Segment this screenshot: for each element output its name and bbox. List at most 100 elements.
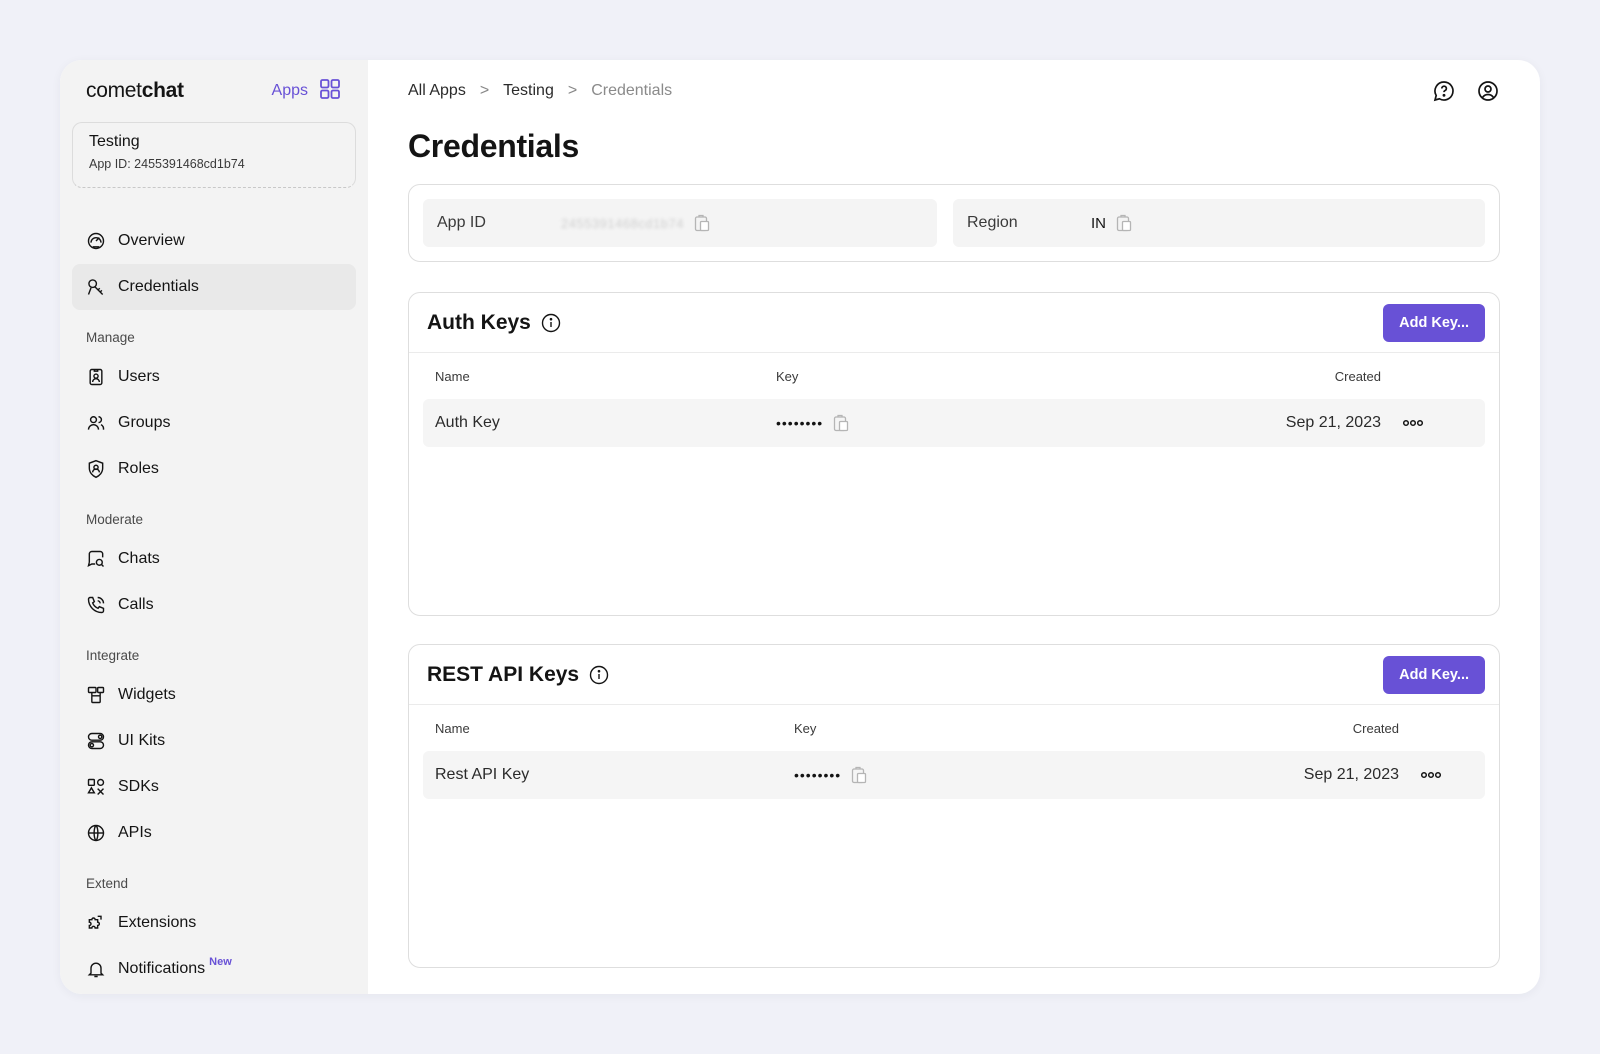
sidebar-item-label: Widgets [118,686,176,703]
sidebar-item-extensions[interactable]: Extensions [72,900,356,946]
grid-icon [318,77,342,106]
table-row: Auth Key •••••••• Sep 21, 2023 [423,399,1485,447]
help-chat-icon[interactable] [1432,79,1456,103]
widget-icon [86,685,106,705]
keys-icon [86,277,106,297]
section-label-manage: Manage [86,330,135,345]
section-label-extend: Extend [86,876,129,891]
section-label-moderate: Moderate [86,512,144,527]
breadcrumb-separator: > [567,82,578,99]
sidebar-item-widgets[interactable]: Widgets [72,672,356,718]
app-id-cell: App ID 2455391468cd1b74 [423,199,937,247]
rest-keys-table-header: Name Key Created [409,705,1499,751]
column-header-key: Key [776,368,799,384]
auth-keys-header: Auth Keys Add Key... [409,293,1499,353]
key-name: Rest API Key [435,766,530,783]
new-badge: New [209,956,232,968]
sidebar-item-chats[interactable]: Chats [72,536,356,582]
logo[interactable]: cometchat [86,79,184,103]
puzzle-icon [86,913,106,933]
sidebar-item-label: Extensions [118,914,197,931]
groups-icon [86,413,106,433]
sidebar-item-label: UI Kits [118,732,166,749]
column-header-name: Name [435,720,470,736]
app-window: cometchat Apps Testing App ID: 245539146… [60,60,1540,994]
sidebar-item-label: Groups [118,414,171,431]
sidebar-item-label: Users [118,368,160,385]
sidebar-item-groups[interactable]: Groups [72,400,356,446]
rest-api-keys-card: REST API Keys Add Key... Name Key Create… [408,644,1500,968]
sidebar-nav: Overview Credentials Manage Users Groups… [72,218,356,992]
app-info-card: App ID 2455391468cd1b74 Region IN [408,184,1500,262]
top-icons [1432,79,1500,103]
sidebar-item-credentials[interactable]: Credentials [72,264,356,310]
table-row: Rest API Key •••••••• Sep 21, 2023 [423,751,1485,799]
auth-keys-card: Auth Keys Add Key... Name Key Created Au… [408,292,1500,616]
copy-icon[interactable] [851,766,867,784]
key-name: Auth Key [435,414,500,431]
created-date: Sep 21, 2023 [1303,766,1399,783]
dashboard-icon [86,231,106,251]
sidebar-item-calls[interactable]: Calls [72,582,356,628]
sidebar-item-label: Overview [118,232,185,249]
sidebar-item-users[interactable]: Users [72,354,356,400]
app-id-label: App ID [437,214,486,231]
region-label: Region [967,214,1018,231]
add-rest-key-button[interactable]: Add Key... [1383,655,1485,694]
chat-search-icon [86,549,106,569]
app-id-text: App ID: 2455391468cd1b74 [89,157,245,171]
breadcrumb-all-apps[interactable]: All Apps [408,82,466,100]
sidebar-item-sdks[interactable]: SDKs [72,764,356,810]
main-content: All Apps > Testing > Credentials Credent… [368,60,1540,994]
apps-link[interactable]: Apps [272,77,342,106]
created-date: Sep 21, 2023 [1285,414,1381,431]
app-switcher-card[interactable]: Testing App ID: 2455391468cd1b74 [72,122,356,188]
sidebar-item-label: Calls [118,596,154,613]
sidebar-item-label: Notifications [118,960,206,977]
sidebar-item-notifications[interactable]: Notifications New [72,946,356,992]
rest-keys-header: REST API Keys Add Key... [409,645,1499,705]
breadcrumb: All Apps > Testing > Credentials [408,82,672,100]
info-icon[interactable] [541,313,561,333]
masked-key: •••••••• [794,767,842,783]
info-icon[interactable] [589,665,609,685]
globe-icon [86,823,106,843]
sdk-icon [86,777,106,797]
auth-keys-table-header: Name Key Created [409,353,1499,399]
sidebar-item-overview[interactable]: Overview [72,218,356,264]
sidebar-item-roles[interactable]: Roles [72,446,356,492]
more-options-icon[interactable] [1419,769,1443,781]
copy-icon[interactable] [694,214,710,232]
region-value: IN [1091,214,1106,232]
masked-key: •••••••• [776,415,824,431]
sidebar-item-label: SDKs [118,778,159,795]
apps-label: Apps [271,82,308,99]
breadcrumb-current: Credentials [591,82,673,99]
column-header-name: Name [435,368,470,384]
sidebar-item-ui-kits[interactable]: UI Kits [72,718,356,764]
copy-icon[interactable] [833,414,849,432]
sidebar-item-label: Credentials [118,278,199,295]
breadcrumb-app[interactable]: Testing [503,82,554,100]
column-header-key: Key [794,720,817,736]
rest-keys-title: REST API Keys [427,663,609,687]
breadcrumb-separator: > [479,82,490,99]
more-options-icon[interactable] [1401,417,1425,429]
key-value-cell: •••••••• [794,766,867,784]
sidebar-item-label: Roles [118,460,159,477]
user-badge-icon [86,367,106,387]
shield-user-icon [86,459,106,479]
region-cell: Region IN [953,199,1485,247]
sidebar-item-label: Chats [118,550,160,567]
profile-icon[interactable] [1476,79,1500,103]
auth-keys-title: Auth Keys [427,311,561,335]
topbar: All Apps > Testing > Credentials [408,60,1500,122]
bell-icon [86,959,106,979]
column-header-created: Created [1352,720,1399,736]
copy-icon[interactable] [1116,214,1132,232]
brand-row: cometchat Apps [72,60,356,122]
sidebar-item-apis[interactable]: APIs [72,810,356,856]
add-auth-key-button[interactable]: Add Key... [1383,303,1485,342]
toggles-icon [86,731,106,751]
phone-icon [86,595,106,615]
